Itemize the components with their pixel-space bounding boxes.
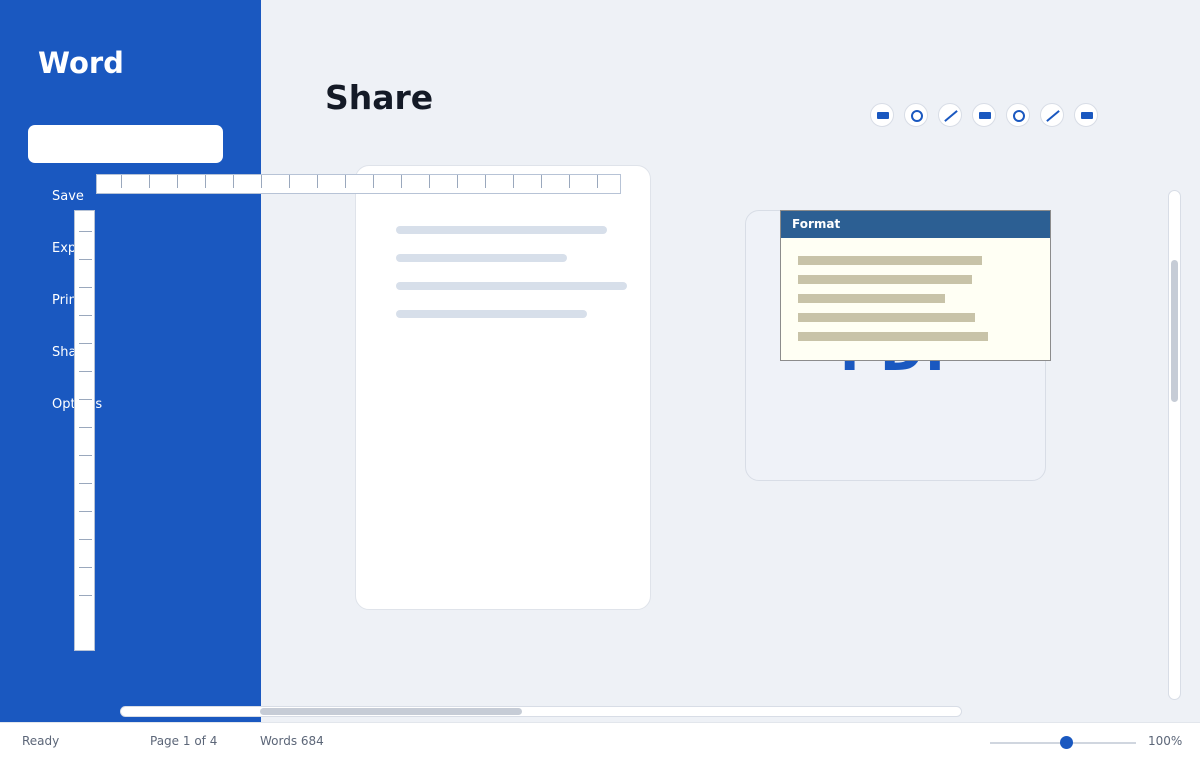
ruler-tick — [569, 175, 570, 188]
ruler-tick — [401, 175, 402, 188]
sidebar: Word Save Export Print Share Options — [0, 0, 261, 722]
popup-placeholder-line — [798, 313, 975, 322]
ruler-tick — [149, 175, 150, 188]
ruler-tick — [79, 259, 92, 260]
rectangle-tool-button[interactable] — [972, 103, 996, 127]
ruler-tick — [513, 175, 514, 188]
ruler-tick — [79, 511, 92, 512]
ruler-tick — [233, 175, 234, 188]
rectangle-tool-button[interactable] — [870, 103, 894, 127]
ruler-tick — [79, 371, 92, 372]
horizontal-ruler[interactable] — [96, 174, 621, 194]
vertical-ruler[interactable] — [74, 210, 95, 651]
ruler-tick — [79, 399, 92, 400]
ruler-tick — [79, 427, 92, 428]
ruler-tick — [317, 175, 318, 188]
popup-placeholder-line — [798, 256, 982, 265]
ruler-tick — [79, 231, 92, 232]
ruler-tick — [289, 175, 290, 188]
ruler-tick — [79, 287, 92, 288]
line-icon — [944, 110, 958, 122]
ruler-tick — [485, 175, 486, 188]
popup-placeholder-line — [798, 275, 972, 284]
status-ready: Ready — [22, 734, 60, 748]
document-text-line — [396, 254, 567, 262]
page-title: Share — [325, 78, 434, 117]
document-preview-card[interactable] — [355, 165, 651, 610]
status-bar: Ready Page 1 of 4 Words 684 100% — [0, 722, 1200, 760]
zoom-level: 100% — [1148, 734, 1183, 748]
ruler-tick — [79, 315, 92, 316]
ruler-tick — [79, 567, 92, 568]
line-icon — [1046, 110, 1060, 122]
ruler-tick — [205, 175, 206, 188]
vertical-scroll-thumb[interactable] — [1171, 260, 1178, 402]
circle-tool-button[interactable] — [1006, 103, 1030, 127]
ruler-tick — [79, 595, 92, 596]
document-text-line — [396, 226, 607, 234]
line-tool-button[interactable] — [1040, 103, 1064, 127]
page-count: Page 1 of 4 — [150, 734, 218, 748]
popup-placeholder-line — [798, 332, 988, 341]
rectangle-icon — [979, 112, 991, 119]
ruler-tick — [79, 343, 92, 344]
circle-tool-button[interactable] — [904, 103, 928, 127]
popup-placeholder-line — [798, 294, 945, 303]
horizontal-scrollbar[interactable] — [120, 706, 962, 717]
circle-icon — [911, 110, 923, 122]
ruler-tick — [79, 483, 92, 484]
rectangle-icon — [1081, 112, 1093, 119]
word-count: Words 684 — [260, 734, 324, 748]
ruler-tick — [541, 175, 542, 188]
circle-icon — [1013, 110, 1025, 122]
sidebar-item-save[interactable]: Save — [52, 189, 84, 204]
format-popup: Format — [780, 210, 1051, 361]
rectangle-tool-button[interactable] — [1074, 103, 1098, 127]
ruler-tick — [429, 175, 430, 188]
ruler-tick — [121, 175, 122, 188]
ruler-tick — [177, 175, 178, 188]
document-text-line — [396, 310, 587, 318]
ruler-tick — [597, 175, 598, 188]
horizontal-scroll-thumb[interactable] — [260, 708, 522, 715]
app-title: Word — [38, 46, 124, 80]
ruler-tick — [261, 175, 262, 188]
vertical-scrollbar[interactable] — [1168, 190, 1181, 700]
format-popup-title: Format — [781, 211, 1050, 238]
line-tool-button[interactable] — [938, 103, 962, 127]
ruler-tick — [373, 175, 374, 188]
rectangle-icon — [877, 112, 889, 119]
ruler-tick — [79, 455, 92, 456]
zoom-slider-thumb[interactable] — [1060, 736, 1073, 749]
ruler-tick — [79, 539, 92, 540]
document-text-line — [396, 282, 627, 290]
ruler-tick — [457, 175, 458, 188]
ruler-tick — [345, 175, 346, 188]
sidebar-search-input[interactable] — [28, 125, 223, 163]
